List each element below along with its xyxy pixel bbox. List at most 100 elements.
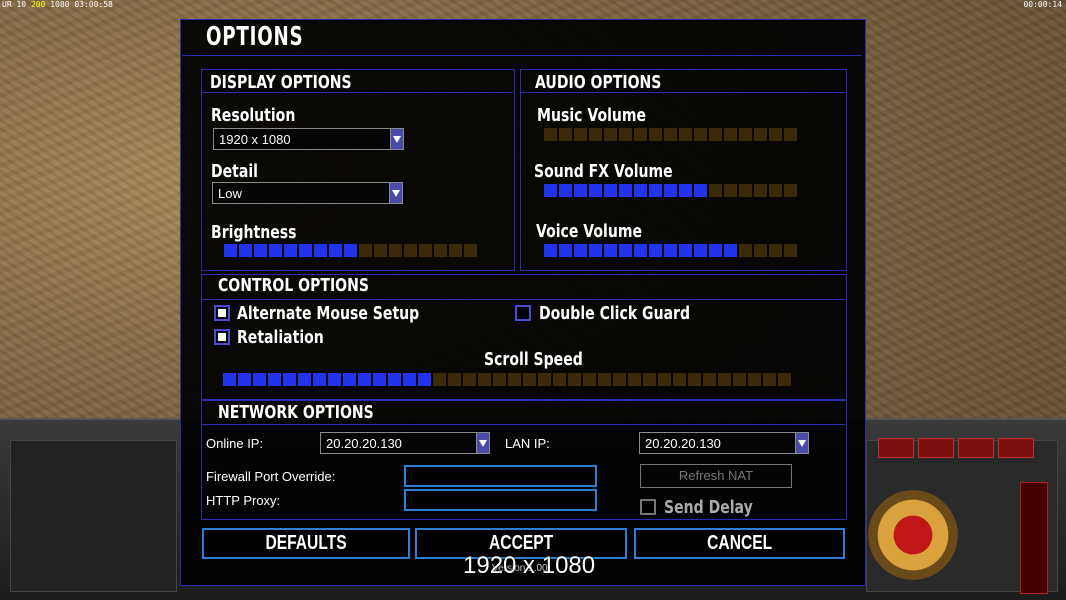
slider-segment[interactable] [733, 373, 746, 386]
slider-segment[interactable] [314, 244, 327, 257]
sound-fx-volume-slider[interactable] [544, 184, 797, 197]
slider-segment[interactable] [559, 244, 572, 257]
slider-segment[interactable] [544, 244, 557, 257]
defaults-button[interactable]: DEFAULTS [202, 528, 410, 559]
firewall-port-input[interactable] [404, 465, 597, 487]
slider-segment[interactable] [448, 373, 461, 386]
slider-segment[interactable] [269, 244, 282, 257]
slider-segment[interactable] [434, 244, 447, 257]
resolution-dropdown[interactable]: 1920 x 1080 [213, 128, 404, 150]
slider-segment[interactable] [238, 373, 251, 386]
slider-segment[interactable] [649, 128, 662, 141]
slider-segment[interactable] [784, 128, 797, 141]
slider-segment[interactable] [574, 184, 587, 197]
slider-segment[interactable] [449, 244, 462, 257]
slider-segment[interactable] [694, 184, 707, 197]
slider-segment[interactable] [754, 244, 767, 257]
slider-segment[interactable] [739, 244, 752, 257]
slider-segment[interactable] [344, 244, 357, 257]
slider-segment[interactable] [604, 244, 617, 257]
slider-segment[interactable] [634, 184, 647, 197]
slider-segment[interactable] [478, 373, 491, 386]
slider-segment[interactable] [679, 244, 692, 257]
slider-segment[interactable] [754, 128, 767, 141]
slider-segment[interactable] [538, 373, 551, 386]
slider-segment[interactable] [709, 244, 722, 257]
slider-segment[interactable] [329, 244, 342, 257]
slider-segment[interactable] [649, 184, 662, 197]
slider-segment[interactable] [664, 184, 677, 197]
slider-segment[interactable] [643, 373, 656, 386]
slider-segment[interactable] [694, 244, 707, 257]
slider-segment[interactable] [769, 128, 782, 141]
slider-segment[interactable] [784, 244, 797, 257]
slider-segment[interactable] [709, 184, 722, 197]
slider-segment[interactable] [664, 128, 677, 141]
slider-segment[interactable] [268, 373, 281, 386]
slider-segment[interactable] [673, 373, 686, 386]
slider-segment[interactable] [604, 128, 617, 141]
slider-segment[interactable] [283, 373, 296, 386]
slider-segment[interactable] [619, 184, 632, 197]
slider-segment[interactable] [359, 244, 372, 257]
slider-segment[interactable] [679, 184, 692, 197]
music-volume-slider[interactable] [544, 128, 797, 141]
slider-segment[interactable] [374, 244, 387, 257]
slider-segment[interactable] [613, 373, 626, 386]
hud-tab-button[interactable] [958, 438, 994, 458]
slider-segment[interactable] [568, 373, 581, 386]
slider-segment[interactable] [739, 184, 752, 197]
slider-segment[interactable] [619, 244, 632, 257]
slider-segment[interactable] [403, 373, 416, 386]
chevron-down-icon[interactable] [389, 183, 402, 203]
slider-segment[interactable] [694, 128, 707, 141]
slider-segment[interactable] [544, 184, 557, 197]
detail-dropdown[interactable]: Low [212, 182, 403, 204]
chevron-down-icon[interactable] [476, 433, 489, 453]
slider-segment[interactable] [583, 373, 596, 386]
hud-tab-button[interactable] [918, 438, 954, 458]
slider-segment[interactable] [589, 244, 602, 257]
slider-segment[interactable] [433, 373, 446, 386]
lan-ip-dropdown[interactable]: 20.20.20.130 [639, 432, 809, 454]
slider-segment[interactable] [724, 128, 737, 141]
slider-segment[interactable] [544, 128, 557, 141]
slider-segment[interactable] [239, 244, 252, 257]
slider-segment[interactable] [559, 184, 572, 197]
slider-segment[interactable] [574, 128, 587, 141]
slider-segment[interactable] [679, 128, 692, 141]
slider-segment[interactable] [724, 184, 737, 197]
slider-segment[interactable] [493, 373, 506, 386]
voice-volume-slider[interactable] [544, 244, 797, 257]
slider-segment[interactable] [523, 373, 536, 386]
slider-segment[interactable] [553, 373, 566, 386]
slider-segment[interactable] [343, 373, 356, 386]
slider-segment[interactable] [284, 244, 297, 257]
slider-segment[interactable] [604, 184, 617, 197]
hud-tab-button[interactable] [878, 438, 914, 458]
slider-segment[interactable] [463, 373, 476, 386]
slider-segment[interactable] [418, 373, 431, 386]
slider-segment[interactable] [709, 128, 722, 141]
slider-segment[interactable] [388, 373, 401, 386]
slider-segment[interactable] [634, 128, 647, 141]
slider-segment[interactable] [373, 373, 386, 386]
slider-segment[interactable] [419, 244, 432, 257]
http-proxy-input[interactable] [404, 489, 597, 511]
slider-segment[interactable] [224, 244, 237, 257]
slider-segment[interactable] [254, 244, 267, 257]
slider-segment[interactable] [223, 373, 236, 386]
chevron-down-icon[interactable] [795, 433, 808, 453]
cancel-button[interactable]: CANCEL [634, 528, 845, 559]
slider-segment[interactable] [739, 128, 752, 141]
slider-segment[interactable] [619, 128, 632, 141]
slider-segment[interactable] [328, 373, 341, 386]
slider-segment[interactable] [769, 244, 782, 257]
slider-segment[interactable] [358, 373, 371, 386]
slider-segment[interactable] [464, 244, 477, 257]
slider-segment[interactable] [784, 184, 797, 197]
slider-segment[interactable] [253, 373, 266, 386]
alternate-mouse-checkbox[interactable] [214, 305, 230, 321]
retaliation-checkbox[interactable] [214, 329, 230, 345]
slider-segment[interactable] [724, 244, 737, 257]
